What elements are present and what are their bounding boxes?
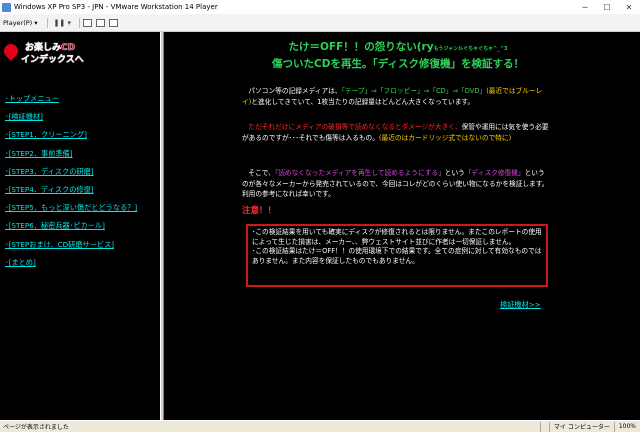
damage-paragraph: ただそれだけにメディアの破損等で読めなくなるとダメージが大きく、保管や運用には気… <box>242 123 549 142</box>
toolbar-separator <box>46 17 48 28</box>
nav-item-step2[interactable]: ･[STEP2．事前準備] <box>5 149 155 167</box>
maximize-button[interactable]: ☐ <box>596 0 618 14</box>
nav-item-bonus[interactable]: ･[STEPおまけ．CD研磨サービス] <box>5 240 155 258</box>
index-logo-link[interactable]: お楽しみCD インデックスへ <box>1 37 102 65</box>
heading-small-note: もうジャンルぐちゃぐちゃ^_^3 <box>433 46 508 52</box>
warning-text-2: ･この検証結果はたけ＝OFF！！の使用環境下での結果です。全ての症例に対して有効… <box>252 247 542 265</box>
zone-indicator: マイ コンピューター <box>548 421 614 432</box>
heading-line1: たけ＝OFF！！の怨りない(ryもうジャンルぐちゃぐちゃ^_^3 <box>288 41 508 53</box>
send-ctrl-alt-del-icon[interactable] <box>83 18 93 27</box>
nav-item-equipment[interactable]: ･[検証機材] <box>5 112 155 130</box>
nav-item-summary[interactable]: ･[まとめ] <box>5 258 155 276</box>
minimize-button[interactable]: ─ <box>574 0 596 14</box>
vmware-app-icon <box>2 2 11 12</box>
sidebar-frame: お楽しみCD インデックスへ ･トップメニュー ･[検証機材] ･[STEP1．… <box>0 32 160 420</box>
intro-paragraph: パソコン等の記録メディアは、「テープ」⇒「フロッピー」⇒「CD」⇒「DVD」(最… <box>242 87 543 106</box>
title-bar: Windows XP Pro SP3 - JPN - VMware Workst… <box>0 0 640 14</box>
close-button[interactable]: ✕ <box>618 0 640 14</box>
sidebar-nav: ･トップメニュー ･[検証機材] ･[STEP1．クリーニング] ･[STEP2… <box>5 94 155 276</box>
page-heading: たけ＝OFF！！の怨りない(ryもうジャンルぐちゃぐちゃ^_^3 傷ついたCDを… <box>188 40 608 72</box>
nav-item-step3[interactable]: ･[STEP3．ディスクの研磨] <box>5 167 155 185</box>
vmware-toolbar: Player(P) ▾ ❚❚ ▾ <box>0 14 640 32</box>
window-title: Windows XP Pro SP3 - JPN - VMware Workst… <box>14 3 218 11</box>
guest-screen: お楽しみCD インデックスへ ･トップメニュー ･[検証機材] ･[STEP1．… <box>0 32 640 420</box>
nav-item-step4[interactable]: ･[STEP4．ディスクの修復] <box>5 185 155 203</box>
fullscreen-icon[interactable] <box>96 18 106 27</box>
nav-item-step1[interactable]: ･[STEP1．クリーニング] <box>5 130 155 148</box>
status-bar: ページが表示されました マイ コンピューター 100% <box>0 420 640 432</box>
warning-title: 注意！！ <box>242 206 277 216</box>
status-text: ページが表示されました <box>3 424 69 431</box>
nav-item-step6[interactable]: ･[STEP6．秘密兵器･ピカール] <box>5 221 155 239</box>
red-drop-icon <box>1 41 21 61</box>
nav-item-top-menu[interactable]: ･トップメニュー <box>5 94 155 112</box>
nav-item-step5[interactable]: ･[STEP5．もっと深い傷だとどうなる？] <box>5 203 155 221</box>
player-menu[interactable]: Player(P) ▾ <box>3 19 38 27</box>
next-page-link[interactable]: 検証機材>> <box>500 300 541 310</box>
unity-icon[interactable] <box>109 18 119 27</box>
warning-box: ･この検証結果を用いても確実にディスクが修復されるとは限りません。またこのレポー… <box>246 224 548 287</box>
logo-text-line2: インデックスへ <box>21 55 84 65</box>
heading-line2: 傷ついたCDを再生。「ディスク修復機」を検証する！ <box>272 58 524 70</box>
zoom-control[interactable]: 100% <box>613 421 640 432</box>
pause-button[interactable]: ❚❚ ▾ <box>51 19 74 27</box>
purpose-paragraph: そこで、「読めなくなったメディアを再生して読めるようにする」という「ディスク修復… <box>242 169 549 198</box>
toolbar-separator <box>79 17 81 28</box>
status-cell-empty <box>539 421 549 432</box>
warning-text-1: ･この検証結果を用いても確実にディスクが修復されるとは限りません。またこのレポー… <box>252 228 542 246</box>
main-frame: たけ＝OFF！！の怨りない(ryもうジャンルぐちゃぐちゃ^_^3 傷ついたCDを… <box>164 32 640 420</box>
